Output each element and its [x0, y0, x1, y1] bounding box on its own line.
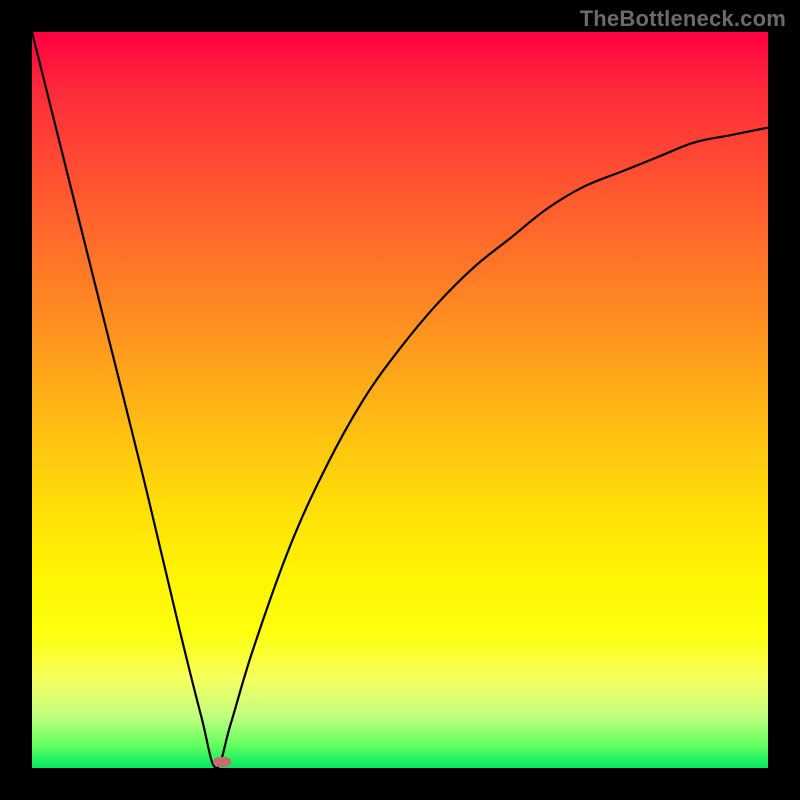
chart-frame: TheBottleneck.com — [0, 0, 800, 800]
plot-area — [32, 32, 768, 768]
bottleneck-curve — [32, 32, 768, 768]
watermark-text: TheBottleneck.com — [580, 6, 786, 32]
optimal-point-marker — [213, 757, 231, 767]
